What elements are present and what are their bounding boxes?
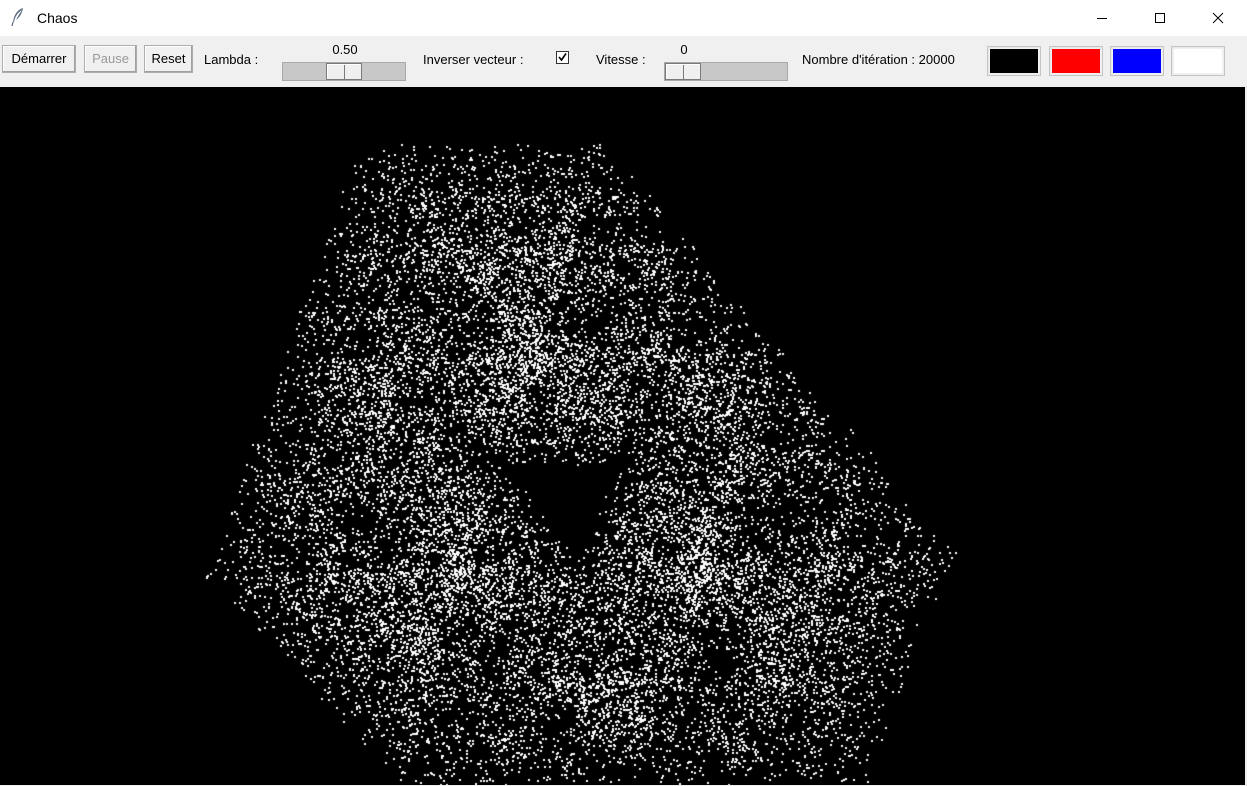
minimize-icon — [1097, 18, 1107, 19]
speed-slider[interactable] — [664, 62, 788, 81]
color-swatch-white[interactable] — [1171, 46, 1225, 76]
speed-value: 0 — [680, 42, 688, 57]
close-button[interactable] — [1189, 0, 1247, 36]
color-swatch-black[interactable] — [987, 46, 1041, 76]
color-swatch-blue[interactable] — [1110, 46, 1164, 76]
speed-label: Vitesse : — [596, 52, 646, 67]
maximize-button[interactable] — [1131, 0, 1189, 36]
minimize-button[interactable] — [1073, 0, 1131, 36]
color-swatch-red[interactable] — [1049, 46, 1103, 76]
invert-vector-label: Inverser vecteur : — [423, 52, 524, 67]
checkmark-icon — [558, 53, 567, 62]
invert-vector-checkbox[interactable] — [556, 51, 569, 64]
lambda-value: 0.50 — [332, 42, 358, 57]
fractal-canvas[interactable] — [0, 87, 1245, 785]
reset-button[interactable]: Reset — [144, 45, 193, 73]
pause-button[interactable]: Pause — [84, 45, 137, 73]
toolbar: Démarrer Pause Reset Lambda : 0.50 Inver… — [0, 36, 1247, 86]
start-button[interactable]: Démarrer — [2, 45, 76, 73]
lambda-label: Lambda : — [204, 52, 259, 67]
swatch-fill — [990, 49, 1038, 73]
iteration-count-label: Nombre d'itération : 20000 — [802, 52, 955, 67]
lambda-slider-thumb[interactable] — [326, 63, 362, 80]
feather-icon — [11, 8, 23, 27]
app-window: Chaos Démarrer Pause Reset Lambda : 0.50 — [0, 0, 1247, 786]
maximize-icon — [1155, 13, 1165, 23]
lambda-slider[interactable] — [282, 62, 406, 81]
window-title: Chaos — [37, 10, 78, 26]
swatch-fill — [1113, 49, 1161, 73]
drawing-area[interactable] — [0, 86, 1245, 785]
close-icon — [1212, 12, 1224, 24]
speed-slider-thumb[interactable] — [665, 63, 701, 80]
title-bar[interactable]: Chaos — [0, 0, 1247, 36]
swatch-fill — [1174, 49, 1222, 73]
swatch-fill — [1052, 49, 1100, 73]
